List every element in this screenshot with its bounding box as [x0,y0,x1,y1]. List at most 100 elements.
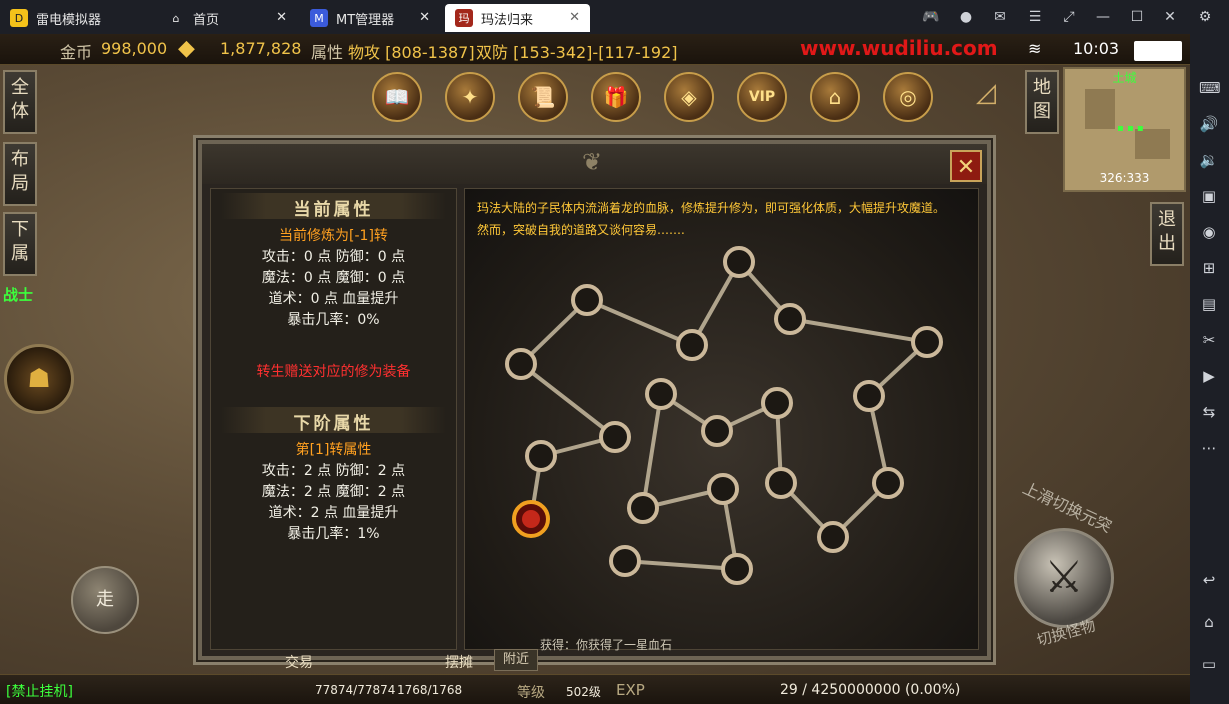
gift-icon[interactable]: 🎁 [591,72,641,122]
minimap-coords: 326:333 [1099,171,1150,185]
attributes-column: 当前属性 当前修炼为[-1]转 攻击：0 点 防御：0 点 魔法：0 点 魔御：… [210,188,457,650]
mail-icon[interactable]: ✉ [991,8,1009,26]
level-label: 等级 [517,685,545,701]
flame-emblem-icon: ❦ [581,148,603,176]
next-level: 第[1]转属性 [295,442,372,458]
exit-button[interactable]: 退出 [1150,202,1184,266]
close-button[interactable]: ✕ [950,150,982,182]
ban-autoplay-label[interactable]: [禁止挂机] [6,681,73,701]
fullscreen-icon[interactable]: ⤢ [1060,8,1078,26]
next-line: 攻击：2 点 防御：2 点 [261,463,406,479]
stall-button[interactable]: 摆摊 [445,652,473,672]
meridian-map: 玛法大陆的子民体内流淌着龙的血脉，修炼提升修为，即可强化体质，大幅提升攻魔道。 … [464,188,979,650]
settings-gear-icon[interactable]: ⚙ [1196,8,1214,26]
record-icon[interactable]: ◉ [1199,222,1219,242]
phys-atk: 物攻 [808-1387] [348,43,475,62]
stats-bar: 金币 998,000 ◆ 1,877,828 属性 物攻 [808-1387] … [0,34,1190,65]
ingot-value: 1,877,828 [220,39,302,58]
layout-label: 布局 [11,149,29,194]
minimap[interactable]: 土城 ▪ ▪ ▪ 326:333 [1063,67,1186,192]
next-line: 魔法：2 点 魔御：2 点 [261,484,406,500]
coin-icon[interactable]: ◎ [883,72,933,122]
level-value: 502级 [566,685,601,699]
tab-leidian[interactable]: D 雷电模拟器 [0,4,150,32]
website-watermark: www.wudiliu.com [800,36,998,60]
subordinate-button[interactable]: 下属 [3,212,37,276]
emulator-tab-bar: D 雷电模拟器 ⌂ 首页 ✕ M MT管理器 ✕ 玛 玛法归来 ✕ 🎮 ● ✉ … [0,0,1229,34]
clock: 10:03 [1073,39,1120,58]
trade-button[interactable]: 交易 [285,652,313,672]
user-icon[interactable]: ● [957,8,975,26]
book-icon[interactable]: 📖 [372,72,422,122]
game-viewport[interactable]: 金币 998,000 ◆ 1,877,828 属性 物攻 [808-1387] … [0,34,1190,704]
next-line: 道术：2 点 血量提升 [268,505,399,521]
gold-value: 998,000 [101,39,168,58]
tab-label: 雷电模拟器 [36,12,102,28]
gamepad-icon[interactable]: 🎮 [922,8,940,26]
home-icon: ⌂ [172,11,180,25]
current-line: 暴击几率：0% [287,312,380,328]
walk-label: 走 [96,589,114,610]
crystal-icon[interactable]: ◈ [664,72,714,122]
wifi-icon: ≋ [1028,39,1042,58]
mt-manager-icon: M [310,9,328,27]
play-icon[interactable]: ▶ [1199,366,1219,386]
collapse-triangle-icon[interactable]: ◿ [976,78,1006,108]
sync-icon[interactable]: ⇆ [1199,402,1219,422]
back-icon[interactable]: ↩ [1199,570,1219,590]
nearby-chat-tab[interactable]: 附近 [494,649,538,671]
map-label: 地图 [1033,77,1051,122]
apk-icon[interactable]: ▤ [1199,294,1219,314]
exp-label: EXP [616,681,645,699]
scroll-icon[interactable]: 📜 [518,72,568,122]
game-icon: 玛 [455,9,473,27]
gold-label: 金币 [60,43,93,62]
ingot-icon: ◆ [178,36,195,61]
close-icon[interactable]: ✕ [419,10,430,25]
close-icon[interactable]: ✕ [276,10,287,25]
current-attr-title: 当前属性 [293,200,374,220]
bottom-status-bar: [禁止挂机] 77874/77874 1768/1768 等级 502级 EXP… [0,674,1190,704]
shop-icon[interactable]: ⌂ [810,72,860,122]
chat-message: 获得：你获得了一星血石 [540,638,673,652]
current-line: 魔法：0 点 魔御：0 点 [261,270,406,286]
cultivation-panel: ❦ ✕ 当前属性 当前修炼为[-1]转 攻击：0 点 防御：0 点 魔法：0 点… [198,140,991,660]
tab-home[interactable]: ⌂ 首页 ✕ [157,4,297,32]
chat-all-label: 全体 [11,77,29,122]
helmet-icon[interactable]: ☗ [4,344,74,414]
screenshot-icon[interactable]: ▣ [1199,186,1219,206]
minimize-icon[interactable]: — [1094,8,1112,26]
tab-game[interactable]: 玛 玛法归来 ✕ [445,4,590,32]
tab-label: 首页 [193,12,220,28]
add-icon[interactable]: ⊞ [1199,258,1219,278]
wings-icon[interactable]: ✦ [445,72,495,122]
close-window-icon[interactable]: ✕ [1161,8,1179,26]
close-icon[interactable]: ✕ [569,10,580,25]
panel-header: ❦ [202,144,987,184]
scissors-icon[interactable]: ✂ [1199,330,1219,350]
leidian-logo-icon: D [10,9,28,27]
current-line: 攻击：0 点 防御：0 点 [261,249,406,265]
map-button[interactable]: 地图 [1025,70,1059,134]
minimap-player-marker: ▪ ▪ ▪ [1117,123,1144,134]
layout-button[interactable]: 布局 [3,142,37,206]
keyboard-icon[interactable]: ⌨ [1199,78,1221,98]
meridian-node-graph [505,246,943,585]
attr-label: 属性 [311,43,344,62]
gift-text: 转生赠送对应的修为装备 [256,364,411,380]
meridian-nodes [505,246,943,585]
chat-all-button[interactable]: 全体 [3,70,37,134]
volume-down-icon[interactable]: 🔉 [1199,150,1219,170]
class-label: 战士 [3,286,34,304]
vip-icon[interactable]: VIP [737,72,787,122]
mp-value: 1768/1768 [397,683,463,697]
menu-icon[interactable]: ☰ [1026,8,1044,26]
volume-up-icon[interactable]: 🔊 [1199,114,1219,134]
attack-sword-button[interactable]: ⚔ [1014,528,1114,628]
android-home-icon[interactable]: ⌂ [1199,612,1219,632]
tab-mt-manager[interactable]: M MT管理器 ✕ [300,4,440,32]
maximize-icon[interactable]: ☐ [1128,8,1146,26]
more-icon[interactable]: ⋯ [1199,438,1219,458]
walk-button[interactable]: 走 [71,566,139,634]
recent-apps-icon[interactable]: ▭ [1199,654,1219,674]
